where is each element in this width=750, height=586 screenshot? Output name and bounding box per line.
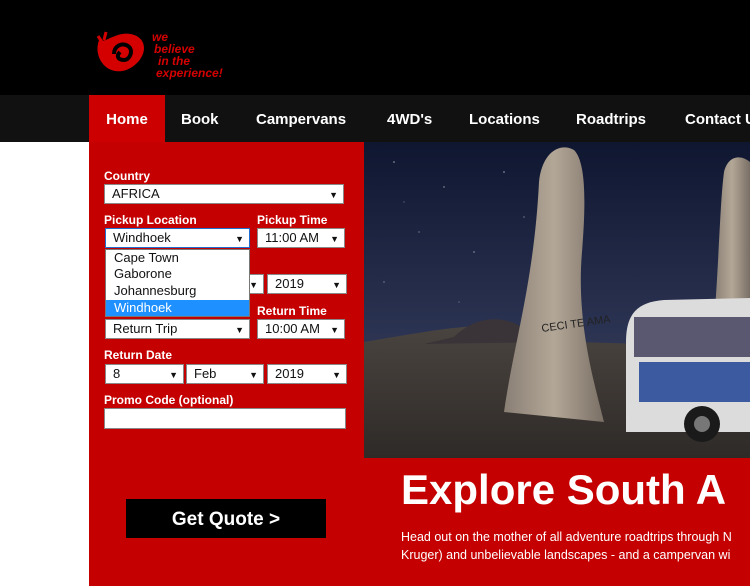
left-margin: [0, 142, 89, 586]
return-day-select[interactable]: 8 ▼: [105, 364, 184, 384]
promo-label: Promo Code (optional): [104, 393, 234, 407]
pickup-location-value: Windhoek: [113, 230, 171, 245]
option-cape-town[interactable]: Cape Town: [106, 250, 249, 266]
nav-home[interactable]: Home: [89, 95, 165, 142]
pickup-time-value: 11:00 AM: [265, 230, 319, 245]
pickup-location-dropdown: Cape Town Gaborone Johannesburg Windhoek: [105, 249, 250, 317]
hero-headline: Explore South A: [401, 466, 727, 513]
country-label: Country: [104, 169, 150, 183]
promo-code-input[interactable]: [104, 408, 346, 429]
return-year-value: 2019: [275, 366, 304, 381]
chevron-down-icon: ▼: [235, 234, 244, 244]
return-year-select[interactable]: 2019 ▼: [267, 364, 347, 384]
nav-book[interactable]: Book: [181, 95, 219, 142]
option-windhoek[interactable]: Windhoek: [106, 300, 249, 316]
return-time-value: 10:00 AM: [265, 321, 320, 336]
chevron-down-icon: ▼: [330, 234, 339, 244]
nav-contact[interactable]: Contact Us: [685, 95, 750, 142]
country-value: AFRICA: [112, 186, 160, 201]
return-month-value: Feb: [194, 366, 217, 381]
nav-4wds[interactable]: 4WD's: [387, 95, 432, 142]
hero-description: Head out on the mother of all adventure …: [401, 530, 732, 562]
return-month-select[interactable]: Feb ▼: [186, 364, 264, 384]
return-time-select[interactable]: 10:00 AM ▼: [257, 319, 345, 339]
pickup-time-label: Pickup Time: [257, 213, 328, 227]
chevron-down-icon: ▼: [235, 325, 244, 335]
pickup-location-label: Pickup Location: [104, 213, 197, 227]
option-gaborone[interactable]: Gaborone: [106, 266, 249, 282]
hero-photo: CECI TE AMA: [364, 142, 750, 458]
chevron-down-icon: ▼: [329, 190, 338, 200]
nav-locations[interactable]: Locations: [469, 95, 540, 142]
main-nav: Home Book Campervans 4WD's Locations Roa…: [0, 95, 750, 142]
return-day-value: 8: [113, 366, 121, 381]
return-time-label: Return Time: [257, 304, 327, 318]
nav-campervans[interactable]: Campervans: [256, 95, 346, 142]
pickup-time-select[interactable]: 11:00 AM ▼: [257, 228, 345, 248]
chevron-down-icon: ▼: [249, 370, 258, 380]
chevron-down-icon: ▼: [249, 280, 258, 290]
chevron-down-icon: ▼: [332, 280, 341, 290]
pickup-year-select[interactable]: 2019 ▼: [267, 274, 347, 294]
pickup-year-value: 2019: [275, 276, 304, 291]
return-date-label: Return Date: [104, 348, 173, 362]
country-select[interactable]: AFRICA ▼: [104, 184, 344, 204]
chevron-down-icon: ▼: [330, 325, 339, 335]
option-johannesburg[interactable]: Johannesburg: [106, 283, 249, 299]
logo-tagline: we believe in the experience!: [152, 30, 223, 80]
trip-type-select[interactable]: Return Trip ▼: [105, 319, 250, 339]
trip-type-value: Return Trip: [113, 321, 178, 336]
get-quote-button[interactable]: Get Quote >: [126, 499, 326, 538]
nav-roadtrips[interactable]: Roadtrips: [576, 95, 646, 142]
chevron-down-icon: ▼: [169, 370, 178, 380]
chevron-down-icon: ▼: [332, 370, 341, 380]
pickup-location-select[interactable]: Windhoek ▼: [105, 228, 250, 248]
